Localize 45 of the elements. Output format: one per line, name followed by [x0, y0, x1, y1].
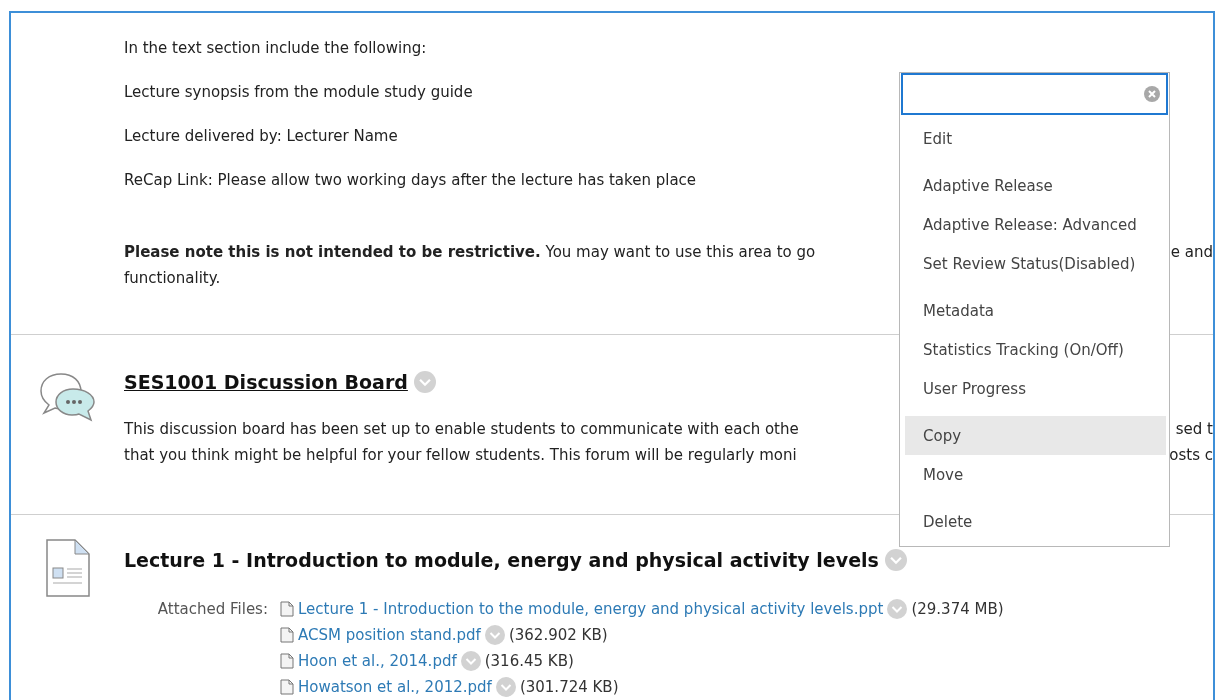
discussion-board-link[interactable]: SES1001 Discussion Board — [124, 371, 408, 393]
menu-item[interactable]: Metadata — [905, 291, 1166, 330]
file-link[interactable]: Howatson et al., 2012.pdf — [298, 674, 492, 700]
file-link[interactable]: Hoon et al., 2014.pdf — [298, 648, 457, 674]
menu-item[interactable]: Delete — [905, 502, 1166, 541]
body-text: Lecture synopsis from the module study guide — [124, 82, 473, 103]
note-text: e and — [1170, 242, 1213, 263]
search-field[interactable] — [901, 73, 1168, 115]
description-text: osts c — [1169, 445, 1213, 466]
description-text: that you think might be helpful for your fellow students. This forum will be regularly moni — [124, 445, 797, 466]
chevron-down-icon[interactable] — [495, 677, 516, 697]
file-icon — [280, 627, 294, 643]
menu-item[interactable]: Adaptive Release — [905, 166, 1166, 205]
file-size: (316.45 KB) — [484, 651, 574, 672]
file-size: (362.902 KB) — [508, 625, 608, 646]
description-text: This discussion board has been set up to enable students to communicate with each othe — [124, 419, 799, 440]
menu-item[interactable]: Edit — [905, 119, 1166, 158]
note-text: Please note this is not intended to be restrictive. You may want to use this area to go — [124, 242, 816, 263]
file-link[interactable]: ACSM position stand.pdf — [298, 622, 481, 648]
chevron-down-icon[interactable] — [884, 549, 907, 571]
document-icon — [45, 539, 90, 597]
file-icon — [280, 601, 294, 617]
body-text: ReCap Link: Please allow two working days after the lecture has taken place — [124, 170, 697, 191]
lecture-title: Lecture 1 - Introduction to module, energy and physical activity levels — [124, 549, 879, 571]
note-text: functionality. — [124, 268, 221, 289]
chevron-down-icon[interactable] — [484, 625, 505, 645]
clear-icon[interactable] — [1144, 86, 1160, 102]
body-text: Lecture delivered by: Lecturer Name — [124, 126, 398, 147]
menu-item[interactable]: Set Review Status(Disabled) — [905, 244, 1166, 283]
file-link[interactable]: Lecture 1 - Introduction to the module, energy and physical activity levels.ppt — [298, 596, 884, 622]
file-icon — [280, 653, 294, 669]
chevron-down-icon[interactable] — [887, 599, 908, 619]
menu-item[interactable]: Copy — [905, 416, 1166, 455]
menu-item[interactable]: User Progress — [905, 369, 1166, 408]
attached-files-label: Attached Files: — [156, 599, 268, 620]
menu-item[interactable]: Adaptive Release: Advanced — [905, 205, 1166, 244]
file-size: (29.374 MB) — [911, 599, 1004, 620]
menu-item[interactable]: Statistics Tracking (On/Off) — [905, 330, 1166, 369]
body-text: In the text section include the following: — [124, 38, 427, 59]
description-text: sed t — [1175, 419, 1213, 440]
file-size: (301.724 KB) — [519, 677, 619, 698]
chevron-down-icon[interactable] — [460, 651, 481, 671]
chevron-down-icon[interactable] — [413, 371, 436, 393]
file-icon — [280, 679, 294, 695]
menu-item[interactable]: Move — [905, 455, 1166, 494]
